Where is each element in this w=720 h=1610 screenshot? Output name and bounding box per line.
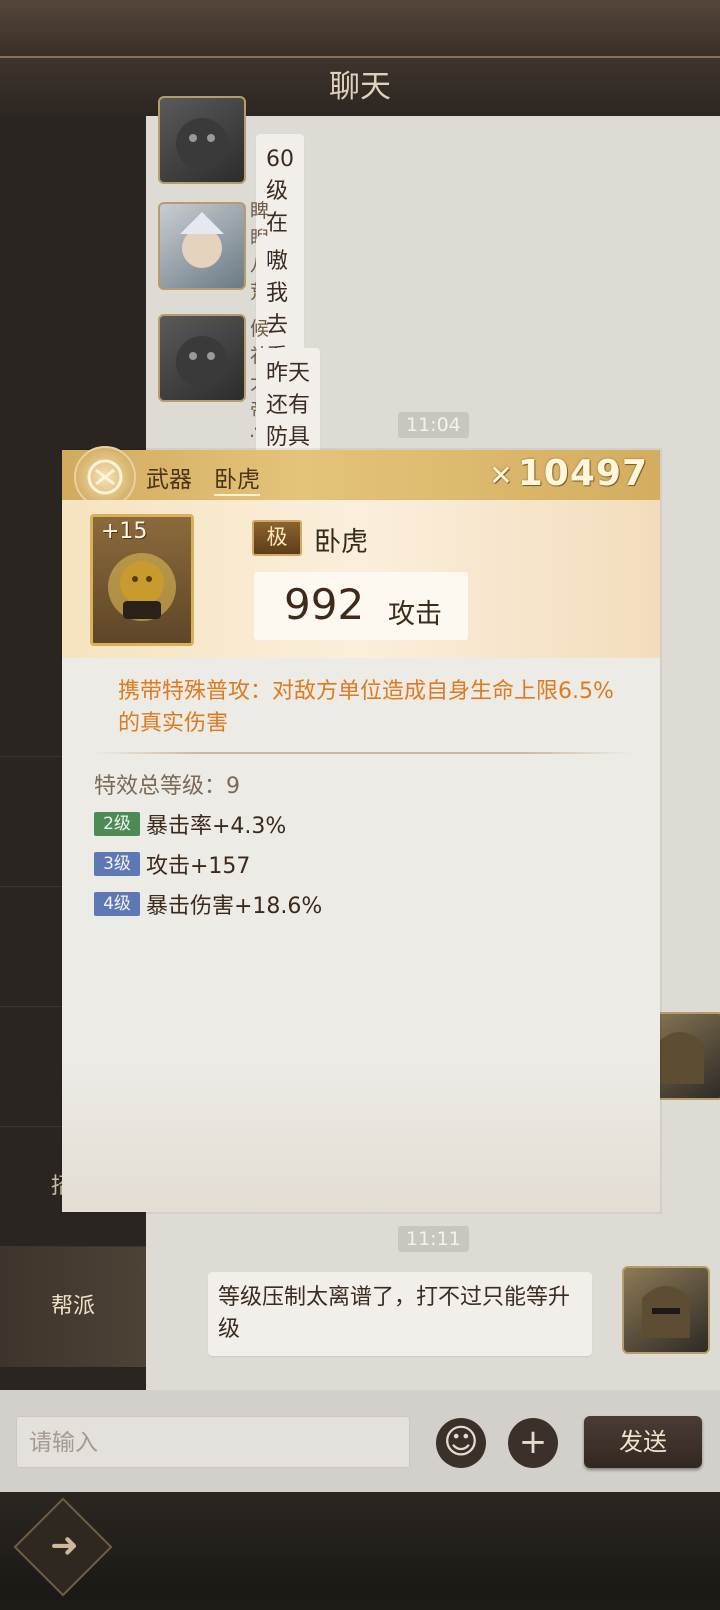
item-category: 武器 bbox=[146, 467, 192, 493]
effect-total-level: 特效总等级：9 bbox=[94, 774, 240, 799]
divider bbox=[92, 752, 632, 754]
bonus-level-tag: 4级 bbox=[94, 892, 140, 916]
bonus-row: 3级 攻击+157 bbox=[94, 848, 251, 879]
own-avatar[interactable] bbox=[622, 1266, 710, 1354]
player-avatar[interactable] bbox=[158, 202, 246, 290]
bonus-text: 暴击伤害+18.6% bbox=[146, 894, 323, 919]
timestamp: 11:04 bbox=[398, 412, 469, 438]
bottom-bar: ➜ bbox=[0, 1492, 720, 1600]
weapon-emblem-icon bbox=[74, 446, 136, 508]
back-button[interactable]: ➜ bbox=[13, 1497, 113, 1597]
item-name-link[interactable]: 卧虎 bbox=[214, 460, 260, 496]
add-attachment-button[interactable]: + bbox=[508, 1418, 558, 1468]
crossed-swords-icon: ✕ bbox=[489, 459, 514, 492]
bonus-text: 攻击+157 bbox=[146, 854, 251, 879]
tab-guild[interactable]: 帮派 bbox=[0, 1246, 146, 1367]
item-summary-panel: +15 极 卧虎 992 攻击 bbox=[62, 500, 660, 658]
send-button[interactable]: 发送 bbox=[584, 1416, 702, 1468]
emoji-button[interactable]: ☺ bbox=[436, 1418, 486, 1468]
player-avatar[interactable] bbox=[158, 314, 246, 402]
chat-input[interactable]: 请输入 bbox=[16, 1416, 410, 1468]
combat-power: ✕ 10497 bbox=[489, 453, 648, 494]
grade-badge: 极 bbox=[252, 520, 302, 556]
item-name: 卧虎 bbox=[314, 527, 368, 558]
weapon-item-icon: +15 bbox=[90, 514, 194, 646]
arrow-left-icon: ➜ bbox=[50, 1525, 79, 1566]
item-detail-popup[interactable]: 武器 卧虎 ✕ 10497 +15 极 卧虎 992 攻击 携带特殊普攻：对敌方单… bbox=[62, 446, 660, 1212]
bonus-level-tag: 2级 bbox=[94, 812, 140, 836]
smiley-icon: ☺ bbox=[443, 1422, 479, 1462]
plus-icon: + bbox=[518, 1422, 548, 1462]
item-popup-header: 武器 卧虎 ✕ 10497 bbox=[62, 446, 660, 508]
timestamp: 11:11 bbox=[398, 1226, 469, 1252]
bonus-text: 暴击率+4.3% bbox=[146, 814, 287, 839]
bonus-row: 2级 暴击率+4.3% bbox=[94, 808, 287, 839]
special-effect-text: 携带特殊普攻：对敌方单位造成自身生命上限6.5%的真实伤害 bbox=[118, 679, 614, 736]
bonus-level-tag: 3级 bbox=[94, 852, 140, 876]
page-title: 聊天 bbox=[0, 58, 720, 116]
bonus-row: 4级 暴击伤害+18.6% bbox=[94, 888, 323, 919]
message-bubble: 等级压制太离谱了，打不过只能等升级 bbox=[208, 1272, 592, 1356]
stat-label: 攻击 bbox=[388, 599, 442, 630]
top-frame bbox=[0, 0, 720, 59]
input-bar: 请输入 ☺ + 发送 bbox=[0, 1390, 720, 1492]
stat-value: 992 bbox=[284, 580, 365, 629]
player-avatar[interactable] bbox=[158, 96, 246, 184]
enhance-level: +15 bbox=[101, 519, 148, 544]
combat-power-value: 10497 bbox=[517, 453, 648, 494]
main-stat: 992 攻击 bbox=[254, 572, 468, 640]
